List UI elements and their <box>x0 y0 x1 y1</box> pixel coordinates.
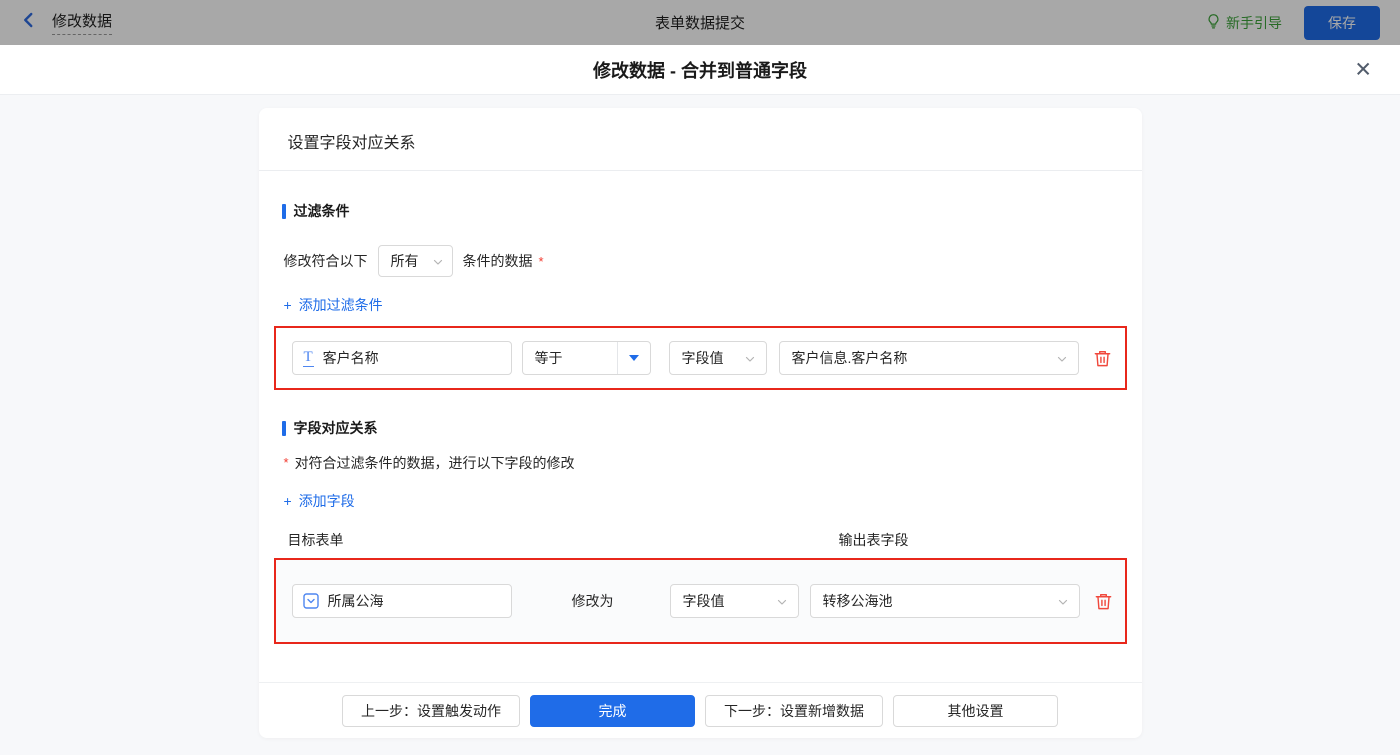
filter-field-value: 客户名称 <box>322 350 379 366</box>
value-type-value: 字段值 <box>681 350 724 366</box>
match-mode-value: 所有 <box>390 253 419 269</box>
filter-condition-highlight-box: T 客户名称 等于 字段值 客户信息.客户名称 <box>273 326 1127 390</box>
beginner-guide-link[interactable]: 新手引导 <box>1206 13 1282 33</box>
modal-header: 修改数据 - 合并到普通字段 ✕ <box>0 45 1400 95</box>
match-mode-select[interactable]: 所有 <box>377 245 453 277</box>
match-prefix-label: 修改符合以下 <box>283 253 368 269</box>
card-title: 设置字段对应关系 <box>258 108 1142 171</box>
target-field-input[interactable]: 所属公海 <box>291 584 512 618</box>
caret-down-icon <box>628 355 639 361</box>
done-button[interactable]: 完成 <box>530 694 695 727</box>
chevron-left-icon <box>20 11 38 34</box>
filter-section: 过滤条件 修改符合以下 所有 条件的数据 * + 添加过滤条件 T 客户名称 等… <box>259 201 1142 644</box>
target-field-value: 所属公海 <box>327 593 384 609</box>
text-field-type-icon: T <box>302 348 314 367</box>
chevron-down-icon <box>744 352 756 364</box>
window-title: 表单数据提交 <box>654 15 745 32</box>
compare-value: 客户信息.客户名称 <box>791 350 908 366</box>
mapping-highlight-box: 所属公海 修改为 字段值 转移公海池 <box>273 558 1127 644</box>
mapping-column-headers: 目标表单 输出表字段 <box>287 530 1127 548</box>
mapping-section-title: 字段对应关系 <box>293 420 378 436</box>
mapping-value-type: 字段值 <box>682 593 725 609</box>
filter-section-title: 过滤条件 <box>293 203 350 219</box>
delete-condition-icon[interactable] <box>1093 349 1112 368</box>
other-settings-button[interactable]: 其他设置 <box>893 694 1058 727</box>
operator-select[interactable]: 等于 <box>521 341 651 375</box>
close-icon[interactable]: ✕ <box>1354 59 1372 80</box>
card-footer: 上一步：设置触发动作 完成 下一步：设置新增数据 其他设置 <box>258 682 1142 738</box>
add-filter-condition-link[interactable]: + 添加过滤条件 <box>284 295 383 315</box>
modify-to-label: 修改为 <box>571 593 614 609</box>
chevron-down-icon <box>1057 595 1069 607</box>
mapping-description: 对符合过滤条件的数据，进行以下字段的修改 <box>294 455 575 471</box>
topbar: 修改数据 表单数据提交 新手引导 保存 <box>0 0 1400 45</box>
output-field-header: 输出表字段 <box>838 532 909 548</box>
filter-field-input[interactable]: T 客户名称 <box>291 341 512 375</box>
match-suffix-label: 条件的数据 <box>462 253 533 269</box>
required-mark: * <box>283 455 289 470</box>
mapping-value-type-select[interactable]: 字段值 <box>669 584 799 618</box>
save-button[interactable]: 保存 <box>1304 5 1380 40</box>
operator-caret-segment[interactable] <box>616 342 650 374</box>
modal-title: 修改数据 - 合并到普通字段 <box>593 60 807 81</box>
target-form-header: 目标表单 <box>287 532 344 548</box>
page-title[interactable]: 修改数据 <box>52 10 113 35</box>
mapping-description-row: * 对符合过滤条件的数据，进行以下字段的修改 <box>284 453 1127 473</box>
dim-overlay <box>0 0 1400 45</box>
back-button[interactable] <box>20 11 38 34</box>
add-field-link[interactable]: + 添加字段 <box>284 491 355 511</box>
compare-value-select[interactable]: 客户信息.客户名称 <box>778 341 1079 375</box>
chevron-down-icon <box>432 255 444 267</box>
plus-icon: + <box>283 297 292 313</box>
required-mark: * <box>538 253 544 269</box>
value-type-select[interactable]: 字段值 <box>668 341 767 375</box>
add-filter-label: 添加过滤条件 <box>298 297 383 313</box>
lightbulb-icon <box>1206 13 1221 32</box>
next-step-button[interactable]: 下一步：设置新增数据 <box>705 694 883 727</box>
section-accent-bar <box>281 420 286 436</box>
delete-mapping-icon[interactable] <box>1094 592 1113 611</box>
section-accent-bar <box>281 203 286 219</box>
plus-icon: + <box>283 493 292 509</box>
prev-step-button[interactable]: 上一步：设置触发动作 <box>342 694 520 727</box>
modal-body: 设置字段对应关系 过滤条件 修改符合以下 所有 条件的数据 * + 添加过滤条件… <box>0 108 1400 755</box>
mapping-value-select[interactable]: 转移公海池 <box>809 584 1080 618</box>
guide-label: 新手引导 <box>1226 14 1282 31</box>
settings-card: 设置字段对应关系 过滤条件 修改符合以下 所有 条件的数据 * + 添加过滤条件… <box>258 108 1142 738</box>
select-field-type-icon <box>302 593 319 609</box>
chevron-down-icon <box>1056 352 1068 364</box>
add-field-label: 添加字段 <box>298 493 355 509</box>
operator-value: 等于 <box>534 350 563 366</box>
chevron-down-icon <box>776 595 788 607</box>
mapping-value: 转移公海池 <box>822 593 893 609</box>
match-condition-row: 修改符合以下 所有 条件的数据 * <box>284 245 1127 277</box>
